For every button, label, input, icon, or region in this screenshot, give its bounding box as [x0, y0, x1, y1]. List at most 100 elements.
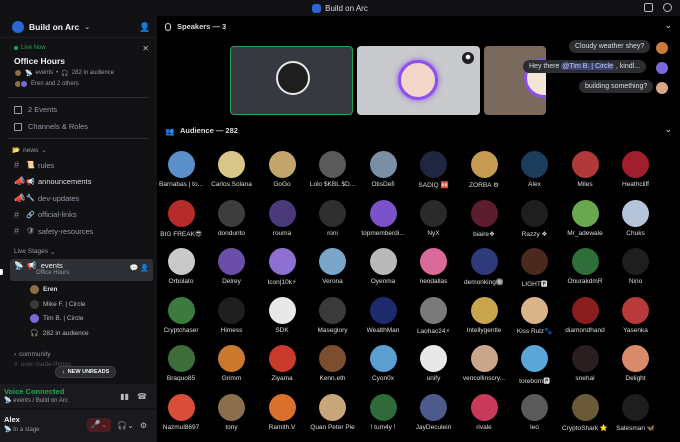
- audience-member[interactable]: Chuks: [610, 199, 662, 237]
- audience-member[interactable]: vencollinscry...: [458, 345, 510, 382]
- chevron-right-icon: ›: [14, 350, 17, 358]
- audience-member[interactable]: Grimm: [206, 345, 258, 382]
- audience-member[interactable]: toreborn🅿: [509, 345, 561, 385]
- new-unreads-pill[interactable]: ↓ NEW UNREADS: [55, 366, 117, 378]
- nav-channels-roles[interactable]: Channels & Roles: [0, 118, 157, 135]
- audience-member[interactable]: Icon|10k⚡: [256, 248, 308, 286]
- audience-member[interactable]: CryptoShark ⭐: [559, 393, 611, 432]
- audience-member[interactable]: tony: [206, 393, 258, 431]
- audience-member[interactable]: Lolo $KBL $D...: [307, 151, 359, 188]
- audience-member[interactable]: Salesman 🦋: [610, 393, 662, 432]
- audience-member[interactable]: Carlos.Solana: [206, 151, 258, 188]
- audience-member[interactable]: ZORBA ⚙: [458, 151, 510, 189]
- category-community[interactable]: › community: [0, 349, 157, 360]
- audience-member[interactable]: Laohac24⚡: [408, 296, 460, 335]
- audience-member[interactable]: JayDeculein: [408, 393, 460, 431]
- audience-member[interactable]: WealthMan: [357, 296, 409, 334]
- close-icon[interactable]: ✕: [142, 44, 149, 53]
- chevron-down-icon[interactable]: ⌄: [664, 20, 672, 31]
- audience-member[interactable]: Braquo85: [157, 345, 207, 382]
- stage-member[interactable]: Tim B. | Circle: [0, 312, 157, 327]
- audience-member[interactable]: Mr_adewale: [559, 199, 611, 237]
- channel-dev-updates[interactable]: 📣 🔧 dev-updates: [0, 190, 157, 207]
- audience-member[interactable]: Himess: [206, 296, 258, 334]
- audience-member[interactable]: rivale: [458, 393, 510, 431]
- channel-official-links[interactable]: # 🔗 official-links: [0, 207, 157, 224]
- audience-member[interactable]: Heathcliff: [610, 151, 662, 188]
- audience-member[interactable]: Intellygentle: [458, 296, 510, 334]
- audience-member[interactable]: Razzy ❖: [509, 199, 561, 238]
- audience-member[interactable]: SADIQ 🆎: [408, 151, 460, 189]
- server-header[interactable]: Build on Arc ⌄ 👤: [0, 16, 157, 38]
- audience-member[interactable]: Nino: [610, 248, 662, 285]
- audience-member[interactable]: LIGHT🅿: [509, 248, 561, 288]
- stage-channel-events[interactable]: 📡 📢 events Office Hours 💬 👤: [10, 258, 153, 281]
- shield-icon: ⬢: [462, 52, 474, 64]
- headphones-icon[interactable]: 🎧⌄: [117, 421, 134, 430]
- audience-member[interactable]: Alex: [509, 151, 561, 188]
- audience-member[interactable]: unify: [408, 345, 460, 382]
- audience-member[interactable]: diamondhand: [559, 296, 611, 334]
- stage-member[interactable]: Mike F. | Circle: [0, 297, 157, 312]
- title-bar: Build on Arc: [0, 0, 680, 16]
- channel-rules[interactable]: # 📜 rules: [0, 157, 157, 174]
- audience-member[interactable]: SDK: [256, 296, 308, 334]
- audience-member[interactable]: Cyon0x: [357, 345, 409, 382]
- audience-member[interactable]: leo: [509, 393, 561, 431]
- audience-member[interactable]: Maseglory: [307, 296, 359, 334]
- category-live-stages[interactable]: Live Stages ⌄: [0, 245, 157, 259]
- audience-member[interactable]: Kenn.eth: [307, 345, 359, 382]
- audience-member[interactable]: Ziyama: [256, 345, 308, 382]
- speaker-tile[interactable]: [484, 46, 546, 115]
- audience-member[interactable]: ! tum4y !: [357, 393, 409, 431]
- audience-member[interactable]: Ramith.V: [256, 393, 308, 431]
- audience-member[interactable]: Quan Peter Pie: [307, 393, 359, 431]
- audience-member[interactable]: Barnabas | to...: [157, 151, 207, 188]
- audience-member[interactable]: rouma: [256, 199, 308, 237]
- audience-member[interactable]: Delrey: [206, 248, 258, 285]
- audience-member[interactable]: dondurito: [206, 199, 258, 237]
- nav-events[interactable]: 2 Events: [0, 101, 157, 118]
- chevron-down-icon[interactable]: ⌄: [664, 124, 672, 135]
- audience-member[interactable]: Orbolato: [157, 248, 207, 285]
- audience-member[interactable]: Oyenma: [357, 248, 409, 285]
- gear-icon[interactable]: ⚙: [140, 421, 147, 430]
- audience-member[interactable]: Verona: [307, 248, 359, 285]
- inbox-icon[interactable]: [644, 3, 653, 12]
- audience-member[interactable]: Delight: [610, 345, 662, 382]
- stage-member[interactable]: Eren: [0, 283, 157, 298]
- avatar: [521, 151, 548, 178]
- audience-member[interactable]: Kiss Rulz🐾: [509, 296, 561, 335]
- audience-count-row[interactable]: 🎧 282 in audience: [0, 326, 157, 341]
- speaker-tile[interactable]: ⬢: [357, 46, 480, 115]
- speaker-tile[interactable]: [230, 46, 353, 115]
- mute-button[interactable]: 🎤⌄: [87, 418, 112, 432]
- disconnect-icon[interactable]: ☎: [137, 392, 147, 401]
- help-icon[interactable]: [663, 3, 672, 12]
- audience-member[interactable]: Yasenka: [610, 296, 662, 334]
- audience-member[interactable]: BIG FREAK😎: [157, 199, 207, 238]
- audience-member[interactable]: NyX: [408, 199, 460, 237]
- audience-member[interactable]: neodallas: [408, 248, 460, 285]
- add-user-icon[interactable]: 👤: [139, 22, 150, 32]
- audience-member[interactable]: OtisDefi: [357, 151, 409, 188]
- live-event-card[interactable]: Live Now ✕ Office Hours 📡 events • 🎧 282…: [10, 42, 153, 91]
- audience-member-name: leo: [530, 423, 539, 431]
- audience-member[interactable]: Cryptchaser: [157, 296, 207, 334]
- audience-member[interactable]: snehal: [559, 345, 611, 382]
- audience-member[interactable]: Nazmul8697: [157, 393, 207, 431]
- channel-announcements[interactable]: 📣 📢 announcements: [0, 174, 157, 191]
- audience-member[interactable]: topmemberdi...: [357, 199, 409, 237]
- audience-member[interactable]: OnurakdmR: [559, 248, 611, 285]
- audience-member[interactable]: demonking🔘: [458, 248, 510, 286]
- category-news[interactable]: 📂 news ⌄: [0, 143, 157, 157]
- chat-icon[interactable]: 💬 👤: [130, 264, 149, 272]
- avatar: [268, 345, 296, 372]
- audience-member-name: Quan Peter Pie: [310, 423, 355, 431]
- signal-icon[interactable]: ▮▮: [120, 392, 129, 401]
- audience-member[interactable]: Miles: [559, 151, 611, 188]
- audience-member[interactable]: GoGo: [256, 151, 308, 188]
- channel-safety-resources[interactable]: # 🛡 safety-resources: [0, 223, 157, 240]
- audience-member[interactable]: biaire❖: [458, 199, 510, 238]
- audience-member[interactable]: roni: [307, 199, 359, 237]
